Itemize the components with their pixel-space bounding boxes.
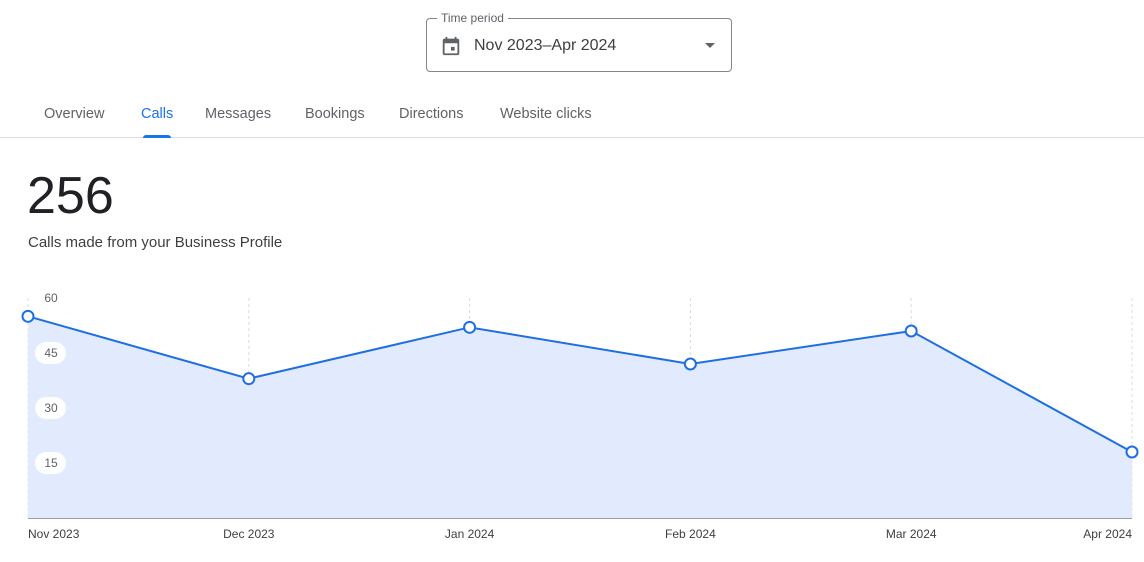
y-tick-label-45: 45 bbox=[44, 346, 58, 360]
x-tick-label-5: Apr 2024 bbox=[1083, 527, 1132, 541]
x-tick-label-4: Mar 2024 bbox=[886, 527, 937, 541]
x-tick-label-3: Feb 2024 bbox=[665, 527, 716, 541]
x-tick-label-1: Dec 2023 bbox=[223, 527, 275, 541]
metric-tabs: Overview Calls Messages Bookings Directi… bbox=[0, 94, 1144, 138]
data-point-4 bbox=[904, 324, 918, 338]
chevron-down-icon bbox=[705, 43, 715, 48]
y-tick-label-15: 15 bbox=[44, 456, 58, 470]
y-tick-label-60: 60 bbox=[44, 291, 58, 305]
tab-directions[interactable]: Directions bbox=[399, 94, 463, 138]
calendar-icon bbox=[440, 35, 462, 57]
tab-bookings[interactable]: Bookings bbox=[305, 94, 365, 138]
data-point-5 bbox=[1125, 445, 1139, 459]
data-point-1 bbox=[242, 372, 256, 386]
calls-caption: Calls made from your Business Profile bbox=[28, 234, 283, 251]
data-point-2 bbox=[463, 320, 477, 334]
tab-calls[interactable]: Calls bbox=[141, 94, 173, 138]
data-point-0 bbox=[21, 309, 35, 323]
tab-overview[interactable]: Overview bbox=[44, 94, 104, 138]
time-period-value: Nov 2023–Apr 2024 bbox=[474, 37, 617, 54]
y-tick-label-30: 30 bbox=[44, 401, 58, 415]
x-tick-label-0: Nov 2023 bbox=[28, 527, 80, 541]
data-point-3 bbox=[683, 357, 697, 371]
x-tick-label-2: Jan 2024 bbox=[445, 527, 495, 541]
calls-chart: 15 30 45 60 Nov 2023 Dec 2023 Jan 2024 Feb 2024… bbox=[21, 291, 1139, 541]
time-period-select[interactable]: Time period Nov 2023–Apr 2024 bbox=[426, 10, 732, 72]
insights-page: Time period Nov 2023–Apr 2024 Overview C… bbox=[0, 0, 1144, 562]
tab-messages[interactable]: Messages bbox=[205, 94, 271, 138]
tab-website-clicks[interactable]: Website clicks bbox=[500, 94, 592, 138]
calls-count: 256 bbox=[27, 167, 114, 225]
time-period-label: Time period bbox=[437, 10, 508, 26]
